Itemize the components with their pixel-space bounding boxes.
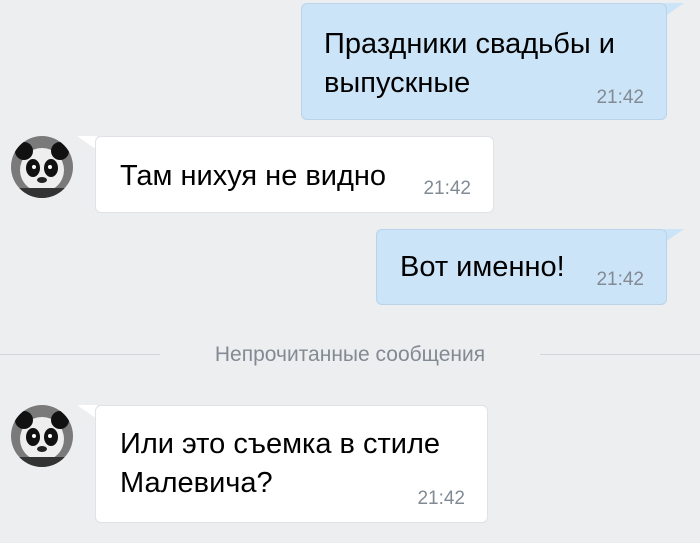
panda-icon (11, 136, 73, 198)
panda-icon (11, 405, 73, 467)
bubble-tail (664, 3, 684, 17)
message-time: 21:42 (423, 178, 471, 199)
message-text: Праздники свадьбы и выпускные (324, 28, 615, 99)
divider-label: Непрочитанные сообщения (214, 343, 486, 366)
unread-messages-divider: Непрочитанные сообщения (0, 340, 700, 370)
outgoing-message-bubble[interactable]: Праздники свадьбы и выпускные 21:42 (301, 3, 667, 120)
message-text: Или это съемка в стиле Малевича? (120, 428, 441, 499)
bubble-tail (664, 229, 684, 243)
message-time: 21:42 (596, 269, 644, 290)
panda-avatar[interactable] (11, 405, 73, 467)
bubble-tail (77, 136, 97, 150)
incoming-message-bubble[interactable]: Там нихуя не видно 21:42 (95, 136, 494, 213)
message-time: 21:42 (596, 87, 644, 108)
outgoing-message-bubble[interactable]: Вот именно! 21:42 (376, 229, 667, 305)
incoming-message-bubble[interactable]: Или это съемка в стиле Малевича? 21:42 (95, 405, 488, 523)
message-text: Там нихуя не видно (120, 160, 387, 192)
message-time: 21:42 (417, 488, 465, 509)
panda-avatar[interactable] (11, 136, 73, 198)
message-text: Вот именно! (400, 251, 565, 283)
bubble-tail (77, 405, 97, 419)
